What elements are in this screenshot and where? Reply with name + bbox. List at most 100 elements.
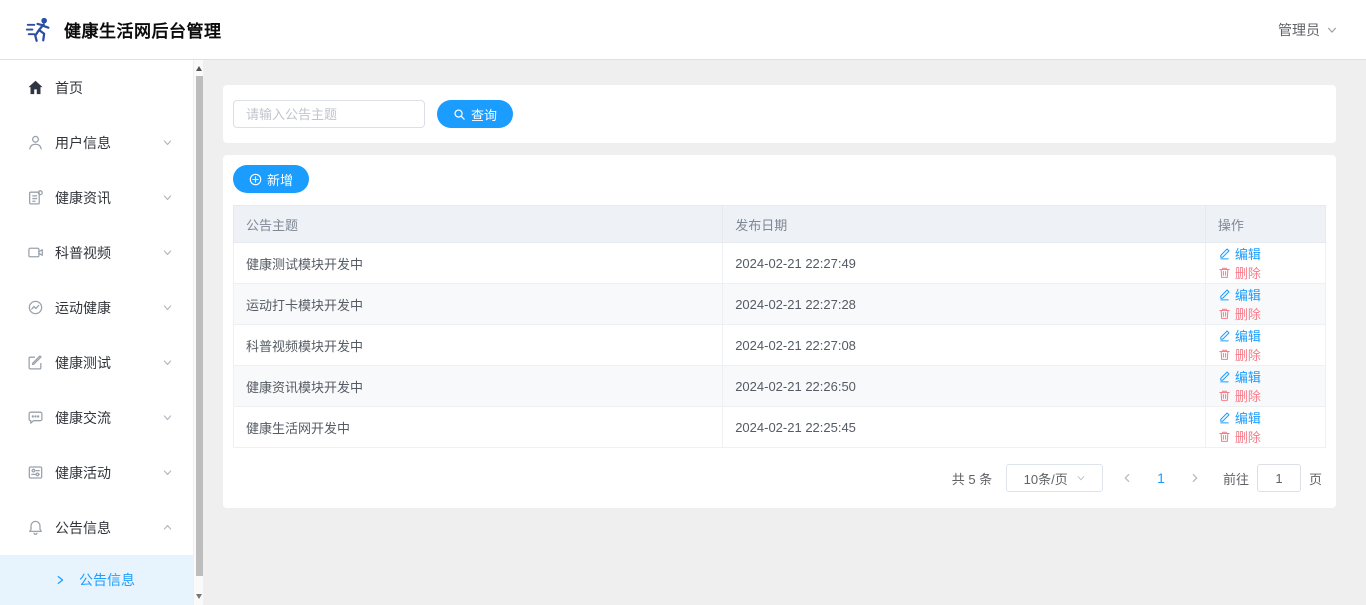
delete-link[interactable]: 删除 [1218,345,1261,364]
subject-cell: 健康资讯模块开发中 [232,365,724,407]
sidebar-item-label: 首页 [55,79,83,96]
sidebar-menu: 首页用户信息健康资讯科普视频运动健康健康测试 健康交流健康活动公告信息 [0,60,193,555]
bell-icon [27,519,45,537]
sidebar-item-label: 科普视频 [55,244,111,261]
plus-circle-icon [249,173,262,186]
sidebar-item-label: 运动健康 [55,299,111,316]
edit-link[interactable]: 编辑 [1218,244,1261,263]
date-cell: 2024-02-21 22:27:08 [722,324,1206,366]
operations-cell: 编辑 删除 [1204,406,1327,448]
sidebar-item-activity[interactable]: 健康活动 [0,445,193,500]
date-cell: 2024-02-21 22:25:45 [722,406,1206,448]
pencil-icon [1218,288,1231,301]
sidebar-scrollbar[interactable] [193,60,203,605]
column-header-date: 发布日期 [722,205,1206,243]
table-row: 健康生活网开发中 2024-02-21 22:25:45 编辑 删除 [232,406,1327,448]
pagination: 共 5 条 10条/页 1 前往 页 [233,448,1326,508]
table-row: 科普视频模块开发中 2024-02-21 22:27:08 编辑 删除 [232,324,1327,366]
user-icon [27,134,45,152]
operations-cell: 编辑 删除 [1204,242,1327,284]
edit-icon [27,354,45,372]
chevron-down-icon [162,412,173,423]
chevron-down-icon [162,192,173,203]
page-size-select[interactable]: 10条/页 [1006,464,1104,492]
submenu-label: 公告信息 [79,572,135,588]
sidebar-item-notice[interactable]: 公告信息 [0,500,193,555]
layout: 首页 用户信息 健康资讯 科普视频 运动健康 健康测试 健康交流 健康活动 公告信息 公告信息 … [0,60,1366,605]
sidebar-subitem-notice[interactable]: 公告信息 [0,555,203,605]
chevron-down-icon [162,247,173,258]
news-icon [27,189,45,207]
sidebar-item-chat[interactable]: 健康交流 [0,390,193,445]
trash-icon [1218,266,1231,279]
sidebar-item-users[interactable]: 用户信息 [0,115,193,170]
add-button[interactable]: 新增 [233,165,310,193]
search-icon [453,108,466,121]
column-header-operations: 操作 [1204,205,1327,243]
edit-link[interactable]: 编辑 [1218,367,1261,386]
pencil-icon [1218,370,1231,383]
chevron-down-icon [162,137,173,148]
search-card: 查询 [223,85,1336,143]
edit-link[interactable]: 编辑 [1218,408,1261,427]
scrollbar-thumb[interactable] [195,76,203,576]
chevron-down-icon [162,302,173,313]
delete-link[interactable]: 删除 [1218,386,1261,405]
next-page-button[interactable] [1189,472,1201,484]
sidebar: 首页用户信息健康资讯科普视频运动健康健康测试 健康交流健康活动公告信息 公告信息 [0,60,203,605]
table-row: 健康测试模块开发中 2024-02-21 22:27:49 编辑 删除 [232,242,1327,284]
operations-cell: 编辑 删除 [1204,365,1327,407]
sidebar-item-label: 健康活动 [55,464,111,481]
sidebar-item-videos[interactable]: 科普视频 [0,225,193,280]
date-cell: 2024-02-21 22:26:50 [722,365,1206,407]
admin-dropdown[interactable]: 管理员 [1278,20,1338,40]
pencil-icon [1218,411,1231,424]
chevron-right-icon [54,574,66,586]
edit-link[interactable]: 编辑 [1218,285,1261,304]
chevron-down-icon [162,467,173,478]
goto-page-input[interactable] [1256,464,1301,492]
table-header-row: 公告主题 发布日期 操作 [232,205,1327,243]
runner-logo-icon [24,15,54,45]
toolbar: 新增 [233,165,1326,193]
sidebar-item-test[interactable]: 健康测试 [0,335,193,390]
admin-label: 管理员 [1278,21,1320,38]
table-card: 新增 公告主题 发布日期 操作 健康测试模块开发中 2024-02-21 22:2… [223,155,1336,508]
sidebar-item-label: 用户信息 [55,134,111,151]
date-cell: 2024-02-21 22:27:49 [722,242,1206,284]
activity-icon [27,464,45,482]
pencil-icon [1218,247,1231,260]
column-header-subject: 公告主题 [232,205,724,243]
search-input[interactable] [233,100,425,128]
sport-icon [27,299,45,317]
goto-label: 前往 [1222,471,1249,487]
date-cell: 2024-02-21 22:27:28 [722,283,1206,325]
edit-link[interactable]: 编辑 [1218,326,1261,345]
sidebar-item-news[interactable]: 健康资讯 [0,170,193,225]
sidebar-item-sport[interactable]: 运动健康 [0,280,193,335]
pencil-icon [1218,329,1231,342]
chevron-down-icon [162,357,173,368]
prev-page-button[interactable] [1121,472,1133,484]
main-content: 查询 新增 公告主题 发布日期 操作 [203,60,1366,605]
delete-link[interactable]: 删除 [1218,304,1261,323]
brand: 健康生活网后台管理 [24,15,222,45]
subject-cell: 科普视频模块开发中 [232,324,724,366]
search-button[interactable]: 查询 [437,100,514,128]
app-header: 健康生活网后台管理 管理员 [0,0,1366,60]
delete-link[interactable]: 删除 [1218,263,1261,282]
trash-icon [1218,348,1231,361]
delete-link[interactable]: 删除 [1218,427,1261,446]
chat-icon [27,409,45,427]
sidebar-item-home[interactable]: 首页 [0,60,193,115]
scroll-down-arrow-icon[interactable] [196,594,202,599]
scroll-up-arrow-icon[interactable] [196,66,202,71]
chevron-down-icon [1326,24,1338,36]
video-icon [27,244,45,262]
home-icon [27,79,45,97]
subject-cell: 运动打卡模块开发中 [232,283,724,325]
trash-icon [1218,389,1231,402]
current-page[interactable]: 1 [1157,470,1165,486]
announcement-table: 公告主题 发布日期 操作 健康测试模块开发中 2024-02-21 22:27:4… [232,205,1327,448]
table-row: 运动打卡模块开发中 2024-02-21 22:27:28 编辑 删除 [232,283,1327,325]
